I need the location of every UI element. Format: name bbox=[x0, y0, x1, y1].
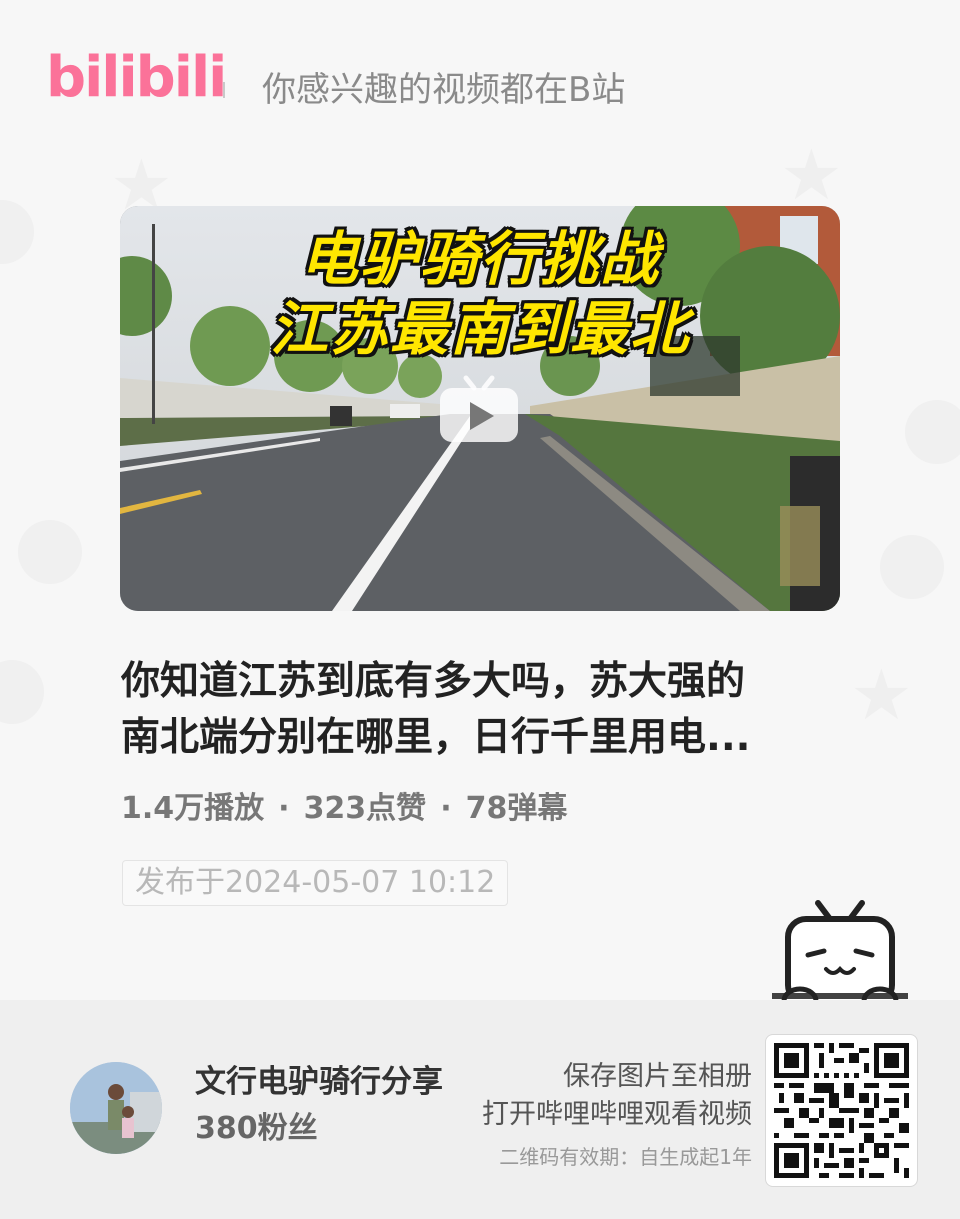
stat-separator: · bbox=[278, 791, 290, 826]
view-count: 1.4万播放 bbox=[121, 791, 265, 826]
uploader-name[interactable]: 文行电驴骑行分享 bbox=[195, 1059, 443, 1105]
share-card: ★ ★ ★ bilibili 你感兴趣的视频都在B站 电驴骑行挑战 江苏最南到最… bbox=[0, 0, 960, 1000]
logo-text: bilibili bbox=[46, 45, 227, 110]
pattern-icon bbox=[18, 520, 82, 584]
qr-code[interactable] bbox=[765, 1034, 918, 1187]
pattern-star-icon: ★ bbox=[780, 134, 843, 216]
qr-hint-open: 打开哔哩哔哩观看视频 bbox=[482, 1099, 752, 1130]
fans-count: 380粉丝 bbox=[195, 1111, 318, 1146]
pattern-icon bbox=[880, 535, 944, 599]
avatar-photo bbox=[70, 1062, 162, 1154]
slogan: 你感兴趣的视频都在B站 bbox=[262, 70, 626, 110]
cover-title-line2: 江苏最南到最北 bbox=[269, 295, 690, 363]
video-title-line1: 你知道江苏到底有多大吗，苏大强的 bbox=[121, 659, 746, 704]
video-title[interactable]: 你知道江苏到底有多大吗，苏大强的 南北端分别在哪里，日行千里用电... bbox=[121, 654, 841, 766]
pattern-star-icon: ★ bbox=[850, 654, 913, 736]
qr-hint-save: 保存图片至相册 bbox=[563, 1061, 752, 1092]
bilibili-logo: bilibili bbox=[46, 42, 227, 114]
stat-separator: · bbox=[440, 791, 452, 826]
cover-title-line1: 电驴骑行挑战 bbox=[299, 225, 660, 293]
header-divider bbox=[223, 82, 225, 98]
like-count: 323点赞 bbox=[303, 791, 427, 826]
qr-validity: 二维码有效期：自生成起1年 bbox=[499, 1145, 752, 1169]
pattern-icon bbox=[0, 660, 44, 724]
qr-code-image bbox=[774, 1043, 909, 1178]
pattern-icon bbox=[0, 200, 34, 264]
uploader-avatar[interactable] bbox=[70, 1062, 162, 1154]
video-cover[interactable]: 电驴骑行挑战 江苏最南到最北 bbox=[120, 206, 840, 611]
pattern-icon bbox=[905, 400, 960, 464]
danmaku-count: 78弹幕 bbox=[465, 791, 568, 826]
publish-date: 发布于2024-05-07 10:12 bbox=[122, 860, 509, 906]
bilibili-tv-mascot-icon bbox=[772, 900, 908, 1015]
video-stats: 1.4万播放 · 323点赞 · 78弹幕 bbox=[121, 784, 567, 834]
video-title-line2: 南北端分别在哪里，日行千里用电... bbox=[121, 715, 751, 760]
play-icon[interactable] bbox=[438, 372, 520, 444]
